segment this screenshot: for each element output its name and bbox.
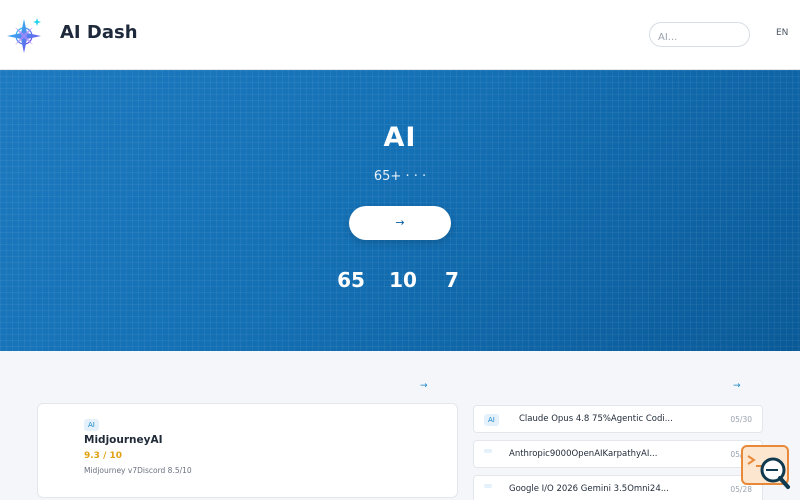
card-title[interactable]: MidjourneyAI <box>84 434 163 446</box>
news-item[interactable]: AI Claude Opus 4.8 75%Agentic Codi... 05… <box>473 405 763 433</box>
hero-cta-button[interactable]: → <box>349 206 451 240</box>
top-header: AI Dash EN <box>0 0 800 70</box>
review-card[interactable]: AI MidjourneyAI 9.3 / 10 Midjourney v7Di… <box>37 403 458 498</box>
news-date: 05/30 <box>730 415 752 424</box>
news-headline[interactable]: Google I/O 2026 Gemini 3.5Omni24... <box>509 484 729 494</box>
news-headline[interactable]: Claude Opus 4.8 75%Agentic Codi... <box>519 414 729 424</box>
hero-title: AI <box>383 122 417 153</box>
stat-tools-value: 65 <box>337 268 365 292</box>
stat-news: 7 <box>422 268 482 300</box>
hero-subtitle: 65+ · · · <box>373 169 427 184</box>
news-tag <box>484 449 492 453</box>
left-section-more-link[interactable]: → <box>420 381 428 391</box>
chat-search-icon[interactable] <box>740 444 792 490</box>
stat-tools: 65 <box>321 268 381 300</box>
news-headline[interactable]: Anthropic9000OpenAIKarpathyAI... <box>509 449 729 459</box>
search-input[interactable] <box>649 22 750 47</box>
news-item[interactable]: Anthropic9000OpenAIKarpathyAI... 05/30 <box>473 440 763 468</box>
language-switch[interactable]: EN <box>776 28 788 38</box>
news-tag: AI <box>484 414 499 426</box>
card-category-tag[interactable]: AI <box>84 419 99 431</box>
logo-star-icon[interactable] <box>6 16 44 54</box>
news-tag <box>484 484 492 488</box>
stat-news-value: 7 <box>445 268 459 292</box>
right-section-more-link[interactable]: → <box>733 381 741 391</box>
hero-banner: AI 65+ · · · → 65 10 7 <box>0 70 800 351</box>
card-score: 9.3 / 10 <box>84 451 123 461</box>
brand-name[interactable]: AI Dash <box>60 22 138 43</box>
news-item[interactable]: Google I/O 2026 Gemini 3.5Omni24... 05/2… <box>473 475 763 500</box>
card-description: Midjourney v7Discord 8.5/10 <box>84 466 192 475</box>
